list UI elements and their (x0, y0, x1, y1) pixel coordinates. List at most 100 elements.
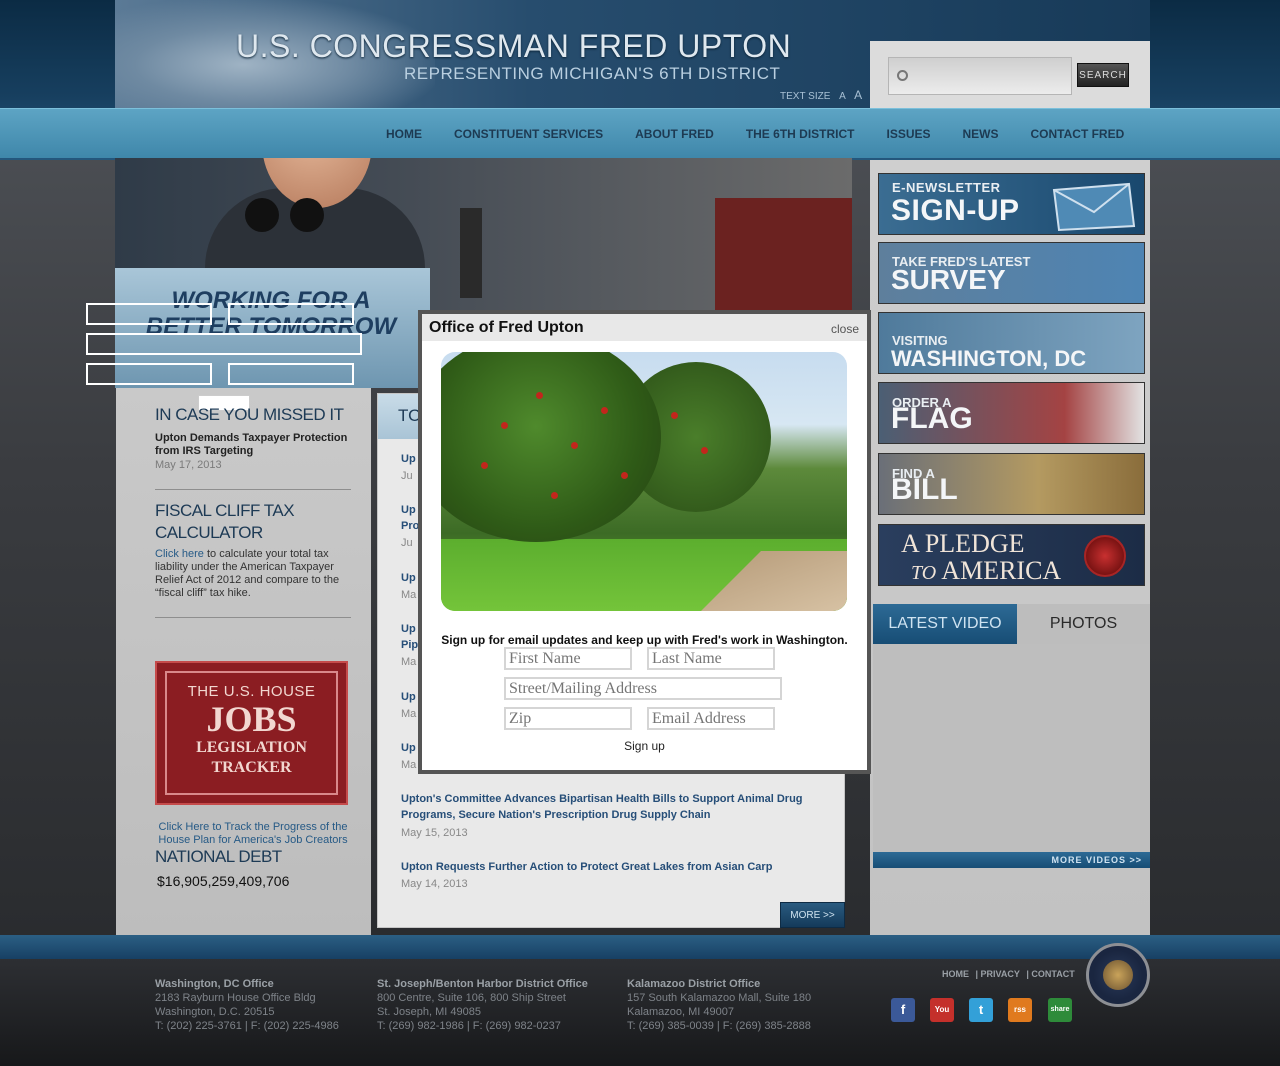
last-name-field[interactable] (647, 647, 775, 670)
microphone-icon (245, 198, 279, 232)
ghost-address-field[interactable] (86, 333, 362, 355)
nav-issues[interactable]: ISSUES (870, 127, 946, 141)
apple (501, 422, 508, 429)
nav-home[interactable]: HOME (370, 127, 438, 141)
search-input[interactable] (888, 57, 1072, 95)
office-st-joseph: St. Joseph/Benton Harbor District Office… (377, 977, 588, 1033)
ghost-zip-field[interactable] (86, 363, 212, 385)
fiscal-cliff-link[interactable]: Click here (155, 548, 204, 560)
fiscal-cliff-heading: FISCAL CLIFF TAX CALCULATOR (155, 501, 295, 543)
apple (551, 492, 558, 499)
text-size-medium[interactable]: A (854, 88, 862, 102)
newsletter-signup-banner[interactable]: E-NEWSLETTER SIGN-UP (878, 173, 1145, 235)
national-debt-heading: NATIONAL DEBT (155, 847, 282, 866)
footer-links: HOME | PRIVACY | CONTACT (942, 969, 1079, 979)
text-size-label: TEXT SIZE (780, 91, 831, 102)
share-icon[interactable]: share (1048, 998, 1072, 1022)
rss-icon[interactable]: rss (1008, 998, 1032, 1022)
office-address-2: Washington, D.C. 20515 (155, 1006, 275, 1018)
nav-news[interactable]: NEWS (947, 127, 1015, 141)
news-item-title[interactable]: Upton's Committee Advances Bipartisan He… (401, 791, 821, 823)
divider (155, 489, 351, 490)
apple (671, 412, 678, 419)
banner-big-text: SIGN-UP (891, 194, 1020, 227)
office-address-1: 2183 Rayburn House Office Bldg (155, 992, 316, 1004)
footer-link-contact[interactable]: | CONTACT (1026, 969, 1074, 979)
pledge-line2: TO AMERICA (911, 556, 1061, 585)
office-address-2: Kalamazoo, MI 49007 (627, 1006, 735, 1018)
signup-button[interactable]: Sign up (422, 739, 867, 753)
address-field[interactable] (504, 677, 782, 700)
envelope-icon (1052, 182, 1136, 232)
news-item-date: Ma (401, 656, 417, 668)
pledge-america-banner[interactable]: A PLEDGE TO AMERICA (878, 524, 1145, 586)
national-debt-value: $16,905,259,409,706 (157, 873, 290, 889)
nav-6th-district[interactable]: THE 6TH DISTRICT (730, 127, 871, 141)
nav-about-fred[interactable]: ABOUT FRED (619, 127, 730, 141)
ghost-last-name-field[interactable] (228, 303, 354, 325)
ghost-email-field[interactable] (228, 363, 354, 385)
news-item-date: Ma (401, 589, 417, 601)
text-size-control: TEXT SIZE A A A (780, 86, 880, 102)
tree (441, 352, 661, 542)
office-name: Washington, DC Office (155, 978, 274, 990)
video-player-area[interactable] (873, 644, 1150, 852)
email-field[interactable] (647, 707, 775, 730)
order-flag-banner[interactable]: ORDER A FLAG (878, 382, 1145, 444)
youtube-icon[interactable]: You (930, 998, 954, 1022)
banner-big-text: WASHINGTON, DC (891, 346, 1087, 371)
text-size-small[interactable]: A (839, 91, 845, 102)
footer-link-home[interactable]: HOME (942, 969, 969, 979)
news-item-date: Ju (401, 537, 413, 549)
apple (601, 407, 608, 414)
search-button[interactable]: SEARCH (1077, 63, 1129, 87)
news-item-date: May 15, 2013 (401, 827, 468, 839)
office-phone: T: (269) 385-0039 | F: (269) 385-2888 (627, 1020, 811, 1032)
signup-modal: Office of Fred Upton close Sign up for e… (418, 310, 871, 774)
missed-it-heading: IN CASE YOU MISSED IT (155, 405, 344, 424)
facebook-icon[interactable]: f (891, 998, 915, 1022)
jobs-tracker-banner[interactable]: THE U.S. HOUSE JOBS LEGISLATION TRACKER (155, 661, 348, 805)
jobs-tracker-link[interactable]: Click Here to Track the Progress of the … (155, 821, 351, 847)
office-kalamazoo: Kalamazoo District Office 157 South Kala… (627, 977, 811, 1033)
zip-field[interactable] (504, 707, 632, 730)
footer-link-privacy[interactable]: | PRIVACY (976, 969, 1020, 979)
modal-header: Office of Fred Upton close (422, 314, 867, 341)
twitter-icon[interactable]: t (969, 998, 993, 1022)
jobs-tracker-line4: TRACKER (211, 759, 292, 776)
office-address-1: 800 Centre, Suite 106, 800 Ship Street (377, 992, 566, 1004)
jobs-tracker-frame: THE U.S. HOUSE JOBS LEGISLATION TRACKER (165, 671, 338, 795)
banner-big-text: BILL (891, 473, 958, 506)
apple (701, 447, 708, 454)
first-name-field[interactable] (504, 647, 632, 670)
more-videos-link[interactable]: MORE VIDEOS >> (873, 852, 1150, 868)
modal-close-button[interactable]: close (831, 322, 859, 336)
tab-photos[interactable]: PHOTOS (1017, 604, 1150, 644)
visiting-dc-banner[interactable]: VISITING WASHINGTON, DC (878, 312, 1145, 374)
apple (536, 392, 543, 399)
apple (621, 472, 628, 479)
find-bill-banner[interactable]: FIND A BILL (878, 453, 1145, 515)
ghost-first-name-field[interactable] (86, 303, 212, 325)
office-name: Kalamazoo District Office (627, 978, 761, 990)
tab-latest-video[interactable]: LATEST VIDEO (873, 604, 1017, 644)
news-item-title[interactable]: Upton Requests Further Action to Protect… (401, 859, 821, 875)
search-icon (897, 70, 908, 81)
site-title[interactable]: U.S. CONGRESSMAN FRED UPTON (236, 28, 791, 65)
survey-banner[interactable]: TAKE FRED'S LATEST SURVEY (878, 242, 1145, 304)
more-news-button[interactable]: MORE >> (780, 902, 845, 928)
nav-constituent-services[interactable]: CONSTITUENT SERVICES (438, 127, 619, 141)
office-phone: T: (202) 225-3761 | F: (202) 225-4986 (155, 1020, 339, 1032)
microphone-icon (290, 198, 324, 232)
missed-it-link[interactable]: Upton Demands Taxpayer Protection from I… (155, 432, 355, 458)
eagle-seal-icon (1084, 535, 1126, 577)
divider (155, 617, 351, 618)
jobs-tracker-line2: JOBS (206, 699, 297, 739)
missed-it-date: May 17, 2013 (155, 459, 222, 471)
modal-title: Office of Fred Upton (429, 319, 584, 336)
pledge-to: TO (911, 562, 937, 584)
news-item-date: May 14, 2013 (401, 878, 468, 890)
news-item-date: Ma (401, 759, 417, 771)
nav-contact-fred[interactable]: CONTACT FRED (1015, 127, 1141, 141)
office-washington: Washington, DC Office 2183 Rayburn House… (155, 977, 339, 1033)
